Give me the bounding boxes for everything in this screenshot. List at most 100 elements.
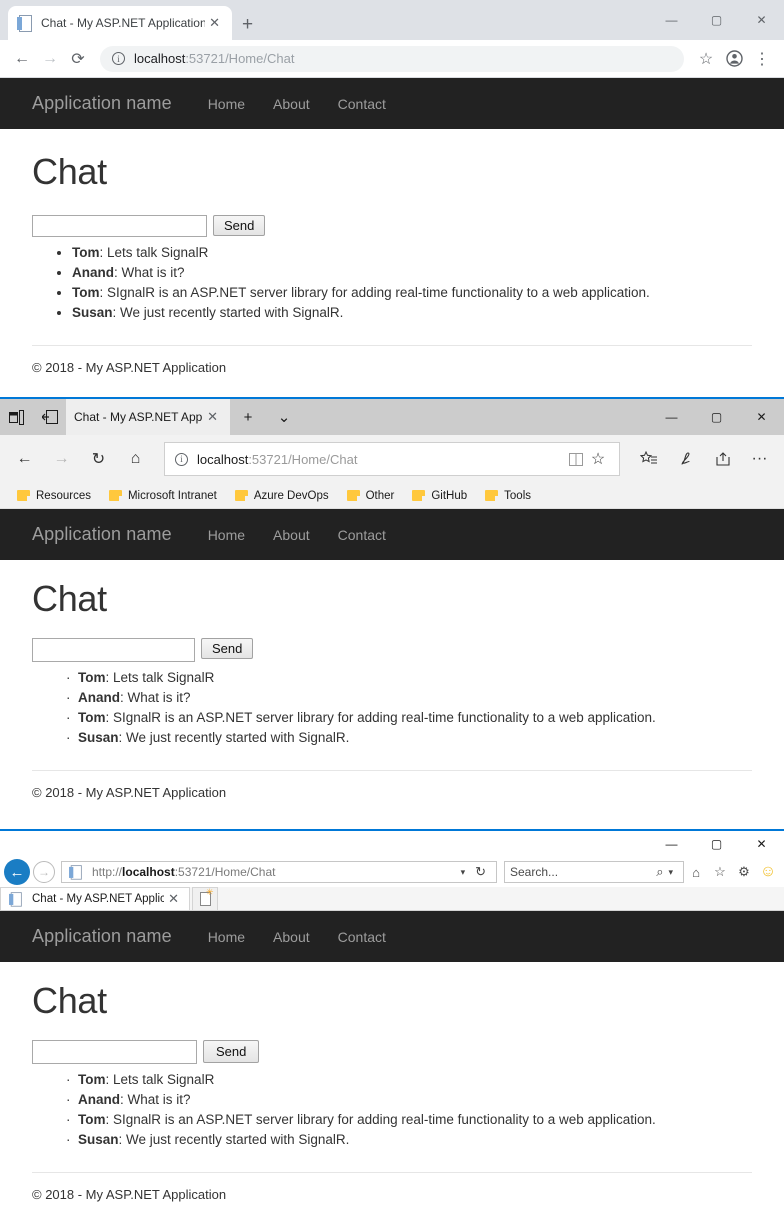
close-window-button[interactable]: ✕ bbox=[739, 4, 784, 36]
message-user: Anand bbox=[78, 690, 120, 705]
discussion-list: · Tom: Lets talk SignalR · Anand: What i… bbox=[66, 1070, 752, 1150]
nav-link-about[interactable]: About bbox=[259, 96, 324, 112]
send-button[interactable]: Send bbox=[213, 215, 266, 236]
favorite-label: Azure DevOps bbox=[253, 489, 329, 502]
close-window-button[interactable]: ✕ bbox=[739, 831, 784, 857]
url-host: localhost bbox=[122, 865, 175, 879]
favorite-folder[interactable]: Microsoft Intranet bbox=[102, 490, 224, 502]
share-icon[interactable] bbox=[704, 441, 741, 478]
forward-icon[interactable]: → bbox=[36, 45, 64, 73]
favorite-folder[interactable]: Other bbox=[340, 490, 402, 502]
close-icon[interactable]: ✕ bbox=[164, 891, 183, 907]
folder-icon bbox=[485, 490, 500, 501]
new-tab-button[interactable]: + bbox=[230, 399, 266, 435]
maximize-button[interactable]: ▢ bbox=[694, 4, 739, 36]
ie-address-bar[interactable]: http://localhost:53721/Home/Chat ▾ ↻ bbox=[61, 861, 497, 883]
list-item: Tom: Lets talk SignalR bbox=[72, 243, 752, 263]
profile-avatar-icon[interactable] bbox=[720, 45, 748, 73]
chevron-down-icon[interactable]: ⌄ bbox=[266, 399, 302, 435]
bookmark-star-icon[interactable]: ☆ bbox=[692, 45, 720, 73]
favorites-star-icon[interactable]: ☆ bbox=[708, 860, 732, 884]
web-note-pen-icon[interactable] bbox=[667, 441, 704, 478]
ie-search-box[interactable]: Search... ⌕ ▾ bbox=[504, 861, 684, 883]
ie-navigation-row: ← → http://localhost:53721/Home/Chat ▾ ↻… bbox=[0, 857, 784, 887]
info-icon[interactable]: i bbox=[112, 52, 125, 65]
settings-gear-icon[interactable]: ⚙ bbox=[732, 860, 756, 884]
minimize-button[interactable]: — bbox=[649, 4, 694, 36]
nav-link-about[interactable]: About bbox=[259, 929, 324, 945]
chrome-tab[interactable]: Chat - My ASP.NET Application ✕ bbox=[8, 6, 232, 40]
brand-link[interactable]: Application name bbox=[32, 93, 172, 114]
nav-link-home[interactable]: Home bbox=[194, 96, 259, 112]
address-dropdown-icon[interactable]: ▾ bbox=[456, 867, 471, 878]
favorite-folder[interactable]: Azure DevOps bbox=[228, 490, 336, 502]
message-input[interactable] bbox=[32, 215, 207, 237]
send-button[interactable]: Send bbox=[203, 1040, 260, 1063]
tab-preview-icon[interactable] bbox=[0, 399, 33, 435]
back-icon[interactable]: ← bbox=[4, 859, 30, 885]
list-item: Anand: What is it? bbox=[72, 263, 752, 283]
new-tab-button[interactable]: + bbox=[242, 15, 253, 34]
message-user: Tom bbox=[72, 285, 100, 300]
nav-link-home[interactable]: Home bbox=[194, 929, 259, 945]
nav-link-contact[interactable]: Contact bbox=[324, 527, 400, 543]
set-tabs-aside-icon[interactable] bbox=[33, 399, 66, 435]
chrome-menu-icon[interactable]: ⋮ bbox=[748, 45, 776, 73]
send-button[interactable]: Send bbox=[201, 638, 254, 659]
reload-icon[interactable]: ↻ bbox=[80, 441, 117, 478]
folder-icon bbox=[234, 490, 249, 501]
search-icon[interactable]: ⌕ bbox=[656, 864, 663, 880]
favorite-folder[interactable]: GitHub bbox=[405, 490, 474, 502]
smiley-feedback-icon[interactable]: ☺ bbox=[756, 860, 780, 884]
aspnet-favicon-icon bbox=[68, 865, 82, 880]
new-tab-icon bbox=[199, 887, 214, 906]
reading-view-icon[interactable] bbox=[565, 441, 587, 478]
favorite-folder[interactable]: Tools bbox=[478, 490, 538, 502]
more-settings-icon[interactable]: ··· bbox=[741, 441, 778, 478]
maximize-button[interactable]: ▢ bbox=[694, 831, 739, 857]
message-text: We just recently started with SignalR. bbox=[120, 305, 344, 320]
brand-link[interactable]: Application name bbox=[32, 524, 172, 545]
ie-tab[interactable]: Chat - My ASP.NET Applica... ✕ bbox=[0, 887, 190, 910]
close-window-button[interactable]: ✕ bbox=[739, 399, 784, 435]
nav-link-contact[interactable]: Contact bbox=[324, 929, 400, 945]
favorite-folder[interactable]: Resources bbox=[10, 490, 98, 502]
minimize-button[interactable]: — bbox=[649, 399, 694, 435]
chrome-address-bar[interactable]: i localhost:53721/Home/Chat bbox=[100, 45, 684, 72]
chrome-url-text: localhost:53721/Home/Chat bbox=[134, 51, 294, 66]
search-dropdown-icon[interactable]: ▾ bbox=[663, 867, 678, 878]
nav-link-about[interactable]: About bbox=[259, 527, 324, 543]
info-icon[interactable]: i bbox=[175, 452, 188, 466]
message-text: We just recently started with SignalR. bbox=[126, 730, 350, 745]
edge-address-bar[interactable]: i localhost:53721/Home/Chat ☆ bbox=[164, 442, 620, 476]
message-input[interactable] bbox=[32, 1040, 197, 1064]
edge-tab[interactable]: Chat - My ASP.NET App ✕ bbox=[66, 399, 230, 435]
forward-icon[interactable]: → bbox=[33, 861, 55, 883]
nav-link-home[interactable]: Home bbox=[194, 527, 259, 543]
reload-icon[interactable]: ↻ bbox=[470, 864, 491, 880]
brand-link[interactable]: Application name bbox=[32, 926, 172, 947]
close-icon[interactable]: ✕ bbox=[205, 15, 224, 31]
home-icon[interactable]: ⌂ bbox=[684, 860, 708, 884]
list-item: Susan: We just recently started with Sig… bbox=[72, 303, 752, 323]
folder-icon bbox=[412, 490, 427, 501]
minimize-button[interactable]: — bbox=[649, 831, 694, 857]
message-user: Susan bbox=[72, 305, 113, 320]
reload-icon[interactable]: ⟳ bbox=[64, 45, 92, 73]
message-input[interactable] bbox=[32, 638, 195, 662]
forward-icon[interactable]: → bbox=[43, 441, 80, 478]
close-icon[interactable]: ✕ bbox=[203, 409, 222, 425]
back-icon[interactable]: ← bbox=[8, 45, 36, 73]
discussion-list: Tom: Lets talk SignalR Anand: What is it… bbox=[72, 243, 752, 323]
list-item: · Anand: What is it? bbox=[66, 690, 191, 705]
chrome-tab-strip: Chat - My ASP.NET Application ✕ + — ▢ ✕ bbox=[0, 0, 784, 40]
nav-links: Home About Contact bbox=[194, 929, 400, 945]
nav-link-contact[interactable]: Contact bbox=[324, 96, 400, 112]
back-icon[interactable]: ← bbox=[6, 441, 43, 478]
home-icon[interactable]: ⌂ bbox=[117, 441, 154, 478]
nav-links: Home About Contact bbox=[194, 96, 400, 112]
new-tab-button[interactable] bbox=[192, 887, 218, 910]
maximize-button[interactable]: ▢ bbox=[694, 399, 739, 435]
favorites-hub-icon[interactable] bbox=[630, 441, 667, 478]
bookmark-star-icon[interactable]: ☆ bbox=[587, 441, 609, 478]
